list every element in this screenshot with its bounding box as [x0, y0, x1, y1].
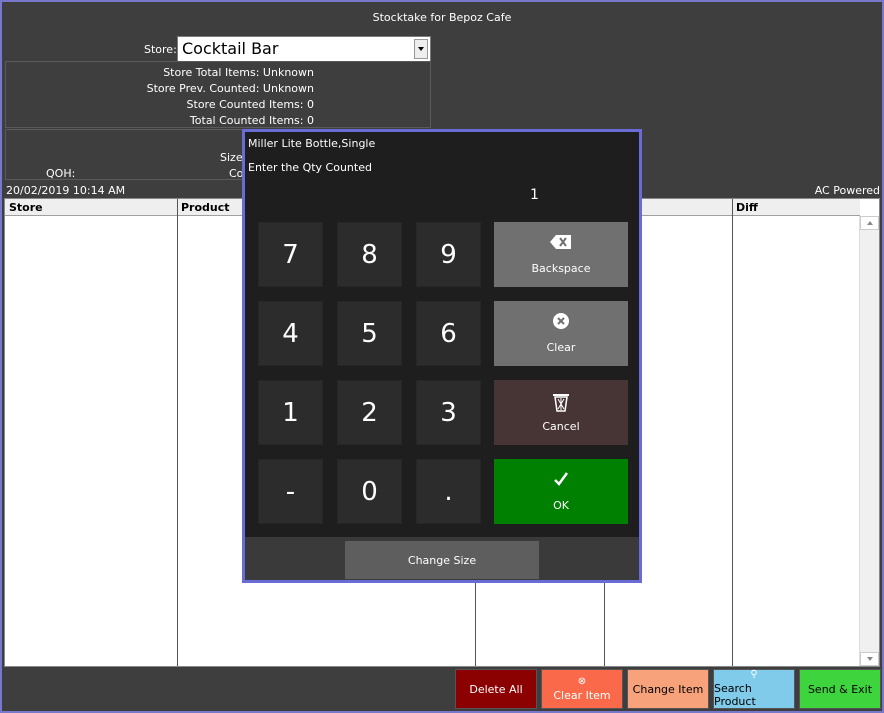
change-item-button[interactable]: Change Item	[627, 669, 709, 709]
store-selected-value: Cocktail Bar	[182, 39, 279, 58]
column-header-product[interactable]: Product	[181, 201, 230, 214]
send-exit-label: Send & Exit	[807, 682, 873, 696]
status-power: AC Powered	[814, 184, 880, 197]
dialog-footer: Change Size	[245, 537, 639, 580]
backspace-button[interactable]: Backspace	[494, 222, 628, 287]
key-1[interactable]: 1	[258, 380, 323, 445]
search-product-label: Search Product	[714, 682, 756, 708]
store-prev-counted: Store Prev. Counted: Unknown	[146, 82, 314, 95]
store-counted-items: Store Counted Items: 0	[186, 98, 314, 111]
grid-scrollbar[interactable]	[859, 216, 879, 666]
chevron-down-icon[interactable]	[414, 39, 428, 59]
dialog-item-name: Miller Lite Bottle,Single	[248, 137, 376, 150]
search-icon: ⚲	[750, 669, 758, 680]
key-6[interactable]: 6	[416, 301, 481, 366]
qty-display: 1	[530, 187, 539, 203]
column-header-diff[interactable]: Diff	[736, 201, 758, 214]
key-minus[interactable]: -	[258, 459, 323, 524]
search-product-button[interactable]: ⚲ Search Product	[713, 669, 795, 709]
clear-item-button[interactable]: ⊗ Clear Item	[541, 669, 623, 709]
key-8[interactable]: 8	[337, 222, 402, 287]
clear-item-label: Clear Item	[553, 688, 611, 702]
close-circle-icon: ⊗	[577, 675, 587, 687]
trash-icon	[552, 392, 570, 414]
ok-button[interactable]: OK	[494, 459, 628, 524]
key-9[interactable]: 9	[416, 222, 481, 287]
store-total-items: Store Total Items: Unknown	[163, 66, 314, 79]
checkmark-icon	[553, 471, 569, 493]
key-2[interactable]: 2	[337, 380, 402, 445]
cancel-label: Cancel	[542, 420, 580, 433]
cancel-button[interactable]: Cancel	[494, 380, 628, 445]
key-3[interactable]: 3	[416, 380, 481, 445]
scroll-down-icon[interactable]	[860, 652, 879, 666]
status-datetime: 20/02/2019 10:14 AM	[6, 184, 126, 197]
qoh-label: QOH:	[46, 167, 76, 180]
column-header-store[interactable]: Store	[9, 201, 43, 214]
column-divider	[732, 199, 733, 666]
ok-label: OK	[553, 499, 569, 512]
delete-all-label: Delete All	[469, 682, 523, 696]
total-counted-items: Total Counted Items: 0	[189, 114, 314, 127]
close-circle-icon	[553, 313, 569, 335]
store-info-panel: Store Total Items: Unknown Store Prev. C…	[5, 61, 431, 128]
store-dropdown[interactable]: Cocktail Bar	[177, 36, 431, 62]
clear-button[interactable]: Clear	[494, 301, 628, 366]
qty-entry-dialog: Miller Lite Bottle,Single Enter the Qty …	[242, 129, 642, 583]
key-5[interactable]: 5	[337, 301, 402, 366]
store-label: Store:	[144, 43, 177, 56]
change-item-label: Change Item	[632, 682, 704, 696]
scroll-up-icon[interactable]	[860, 216, 879, 230]
dialog-prompt: Enter the Qty Counted	[248, 161, 372, 174]
column-divider	[177, 199, 178, 666]
backspace-icon	[550, 234, 572, 256]
delete-all-button[interactable]: Delete All	[455, 669, 537, 709]
key-decimal[interactable]: .	[416, 459, 481, 524]
clear-label: Clear	[546, 341, 576, 354]
key-0[interactable]: 0	[337, 459, 402, 524]
send-exit-button[interactable]: Send & Exit	[799, 669, 881, 709]
window-title: Stocktake for Bepoz Cafe	[372, 11, 512, 24]
change-size-button[interactable]: Change Size	[345, 541, 539, 579]
backspace-label: Backspace	[531, 262, 591, 275]
key-7[interactable]: 7	[258, 222, 323, 287]
key-4[interactable]: 4	[258, 301, 323, 366]
